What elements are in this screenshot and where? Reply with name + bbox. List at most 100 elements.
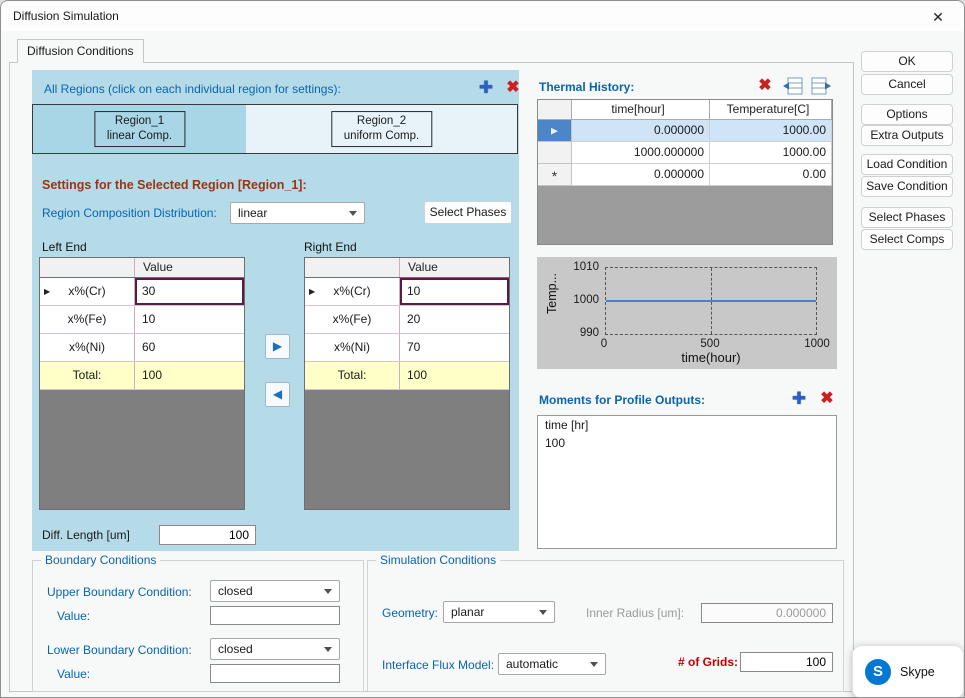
title-bar: Diffusion Simulation ✕: [1, 1, 964, 31]
region-2[interactable]: Region_2 uniform Comp.: [246, 105, 517, 153]
component-label-cell[interactable]: x%(Ni): [305, 334, 400, 361]
select-phases-side-button[interactable]: Select Phases: [861, 207, 953, 228]
list-item[interactable]: time [hr]: [538, 416, 836, 434]
delete-thermal-row-icon[interactable]: ✖: [754, 76, 776, 96]
time-cell[interactable]: 1000.000000: [572, 142, 710, 164]
time-column-header: time[hour]: [572, 100, 710, 120]
skype-icon[interactable]: S: [865, 659, 891, 685]
chart-x-axis-label: time(hour): [681, 350, 741, 365]
select-phases-button[interactable]: Select Phases: [424, 201, 512, 224]
close-icon[interactable]: ✕: [922, 6, 954, 28]
diffusion-simulation-dialog: Diffusion Simulation ✕ Diffusion Conditi…: [0, 0, 965, 698]
delete-region-icon[interactable]: ✖: [502, 78, 524, 98]
all-regions-header: All Regions (click on each individual re…: [44, 82, 341, 96]
table-row[interactable]: x%(Ni) 60: [40, 334, 244, 362]
upper-value-input[interactable]: [210, 606, 340, 625]
table-row[interactable]: ▶ x%(Cr) 30: [40, 278, 244, 306]
value-cell[interactable]: 10: [400, 278, 509, 305]
y-tick: 1000: [573, 294, 599, 306]
component-label-cell[interactable]: x%(Fe): [305, 306, 400, 333]
chevron-down-icon: [324, 647, 332, 652]
options-button[interactable]: Options: [861, 104, 953, 125]
x-tick: 500: [700, 338, 720, 350]
table-row[interactable]: * 0.000000 0.00: [538, 164, 832, 186]
value-cell[interactable]: 10: [135, 306, 244, 333]
table-row[interactable]: x%(Ni) 70: [305, 334, 509, 362]
total-label: Total:: [305, 362, 400, 389]
geometry-label: Geometry:: [382, 606, 439, 620]
regions-settings-panel: All Regions (click on each individual re…: [32, 70, 520, 551]
right-end-label: Right End: [304, 240, 357, 254]
save-condition-button[interactable]: Save Condition: [861, 176, 953, 197]
table-row[interactable]: x%(Fe) 20: [305, 306, 509, 334]
skype-notification[interactable]: S Skype: [852, 645, 964, 697]
add-moment-icon[interactable]: ✚: [788, 389, 810, 409]
region-comp: uniform Comp.: [343, 130, 420, 142]
temperature-cell[interactable]: 1000.00: [710, 142, 832, 164]
thermal-history-table: time[hour] Temperature[C] ▶ 0.000000 100…: [537, 99, 833, 245]
time-cell[interactable]: 0.000000: [572, 164, 710, 186]
ok-button[interactable]: OK: [861, 51, 953, 72]
lower-boundary-select[interactable]: closed: [210, 638, 340, 660]
component-name: x%(Cr): [333, 284, 371, 298]
row-selector-cell[interactable]: *: [538, 164, 572, 186]
temperature-cell[interactable]: 1000.00: [710, 120, 832, 142]
interface-flux-model-select[interactable]: automatic: [498, 653, 606, 675]
header-corner-cell: [538, 100, 572, 120]
component-label-cell[interactable]: x%(Ni): [40, 334, 135, 361]
table-header-row: Value: [40, 258, 244, 278]
component-label-cell[interactable]: ▶ x%(Cr): [40, 278, 135, 305]
y-tick: 1010: [573, 261, 599, 273]
copy-right-to-left-button[interactable]: ◀: [265, 382, 290, 407]
value-cell[interactable]: 60: [135, 334, 244, 361]
total-value: 100: [400, 362, 509, 389]
component-name: x%(Ni): [69, 340, 105, 354]
component-label-cell[interactable]: ▶ x%(Cr): [305, 278, 400, 305]
list-item[interactable]: 100: [538, 434, 836, 452]
lower-boundary-label: Lower Boundary Condition:: [47, 643, 192, 657]
insert-row-icon[interactable]: [782, 76, 804, 96]
copy-left-to-right-button[interactable]: ▶: [265, 334, 290, 359]
right-end-table: Value ▶ x%(Cr) 10 x%(Fe) 20 x%(Ni) 70 To…: [304, 257, 510, 510]
moments-listbox[interactable]: time [hr] 100: [537, 415, 837, 549]
geometry-select[interactable]: planar: [443, 601, 555, 623]
region-name: Region_1: [114, 115, 165, 128]
interface-flux-model-label: Interface Flux Model:: [382, 658, 495, 672]
temperature-cell[interactable]: 0.00: [710, 164, 832, 186]
x-tick: 0: [600, 338, 608, 350]
lower-value-input[interactable]: [210, 664, 340, 683]
row-selector-cell[interactable]: [538, 142, 572, 164]
add-region-icon[interactable]: ✚: [475, 78, 497, 98]
num-grids-input[interactable]: [740, 652, 833, 672]
composition-distribution-select[interactable]: linear: [230, 202, 365, 224]
table-header-row: time[hour] Temperature[C]: [538, 100, 832, 120]
value-cell[interactable]: 30: [135, 278, 244, 305]
component-label-cell[interactable]: x%(Fe): [40, 306, 135, 333]
table-row[interactable]: 1000.000000 1000.00: [538, 142, 832, 164]
value-cell[interactable]: 20: [400, 306, 509, 333]
value-cell[interactable]: 70: [400, 334, 509, 361]
row-selector-cell[interactable]: ▶: [538, 120, 572, 142]
region-2-label: Region_2 uniform Comp.: [330, 111, 433, 147]
upper-boundary-label: Upper Boundary Condition:: [47, 585, 192, 599]
load-condition-button[interactable]: Load Condition: [861, 154, 953, 175]
table-header-row: Value: [305, 258, 509, 278]
total-value: 100: [135, 362, 244, 389]
table-row[interactable]: ▶ x%(Cr) 10: [305, 278, 509, 306]
extra-outputs-button[interactable]: Extra Outputs: [861, 125, 953, 146]
time-cell[interactable]: 0.000000: [572, 120, 710, 142]
select-comps-button[interactable]: Select Comps: [861, 229, 953, 250]
append-row-icon[interactable]: [810, 76, 832, 96]
delete-moment-icon[interactable]: ✖: [816, 389, 838, 409]
temperature-line: [606, 300, 816, 302]
diff-length-input[interactable]: [159, 525, 256, 545]
lower-value-label: Value:: [57, 667, 91, 681]
upper-boundary-select[interactable]: closed: [210, 580, 340, 602]
cancel-button[interactable]: Cancel: [861, 74, 953, 95]
simulation-conditions-group: Simulation Conditions Geometry: planar I…: [367, 553, 844, 692]
region-1[interactable]: Region_1 linear Comp.: [33, 105, 246, 153]
table-row[interactable]: x%(Fe) 10: [40, 306, 244, 334]
table-row[interactable]: ▶ 0.000000 1000.00: [538, 120, 832, 142]
tab-diffusion-conditions[interactable]: Diffusion Conditions: [17, 39, 144, 63]
simulation-conditions-title: Simulation Conditions: [376, 553, 501, 567]
